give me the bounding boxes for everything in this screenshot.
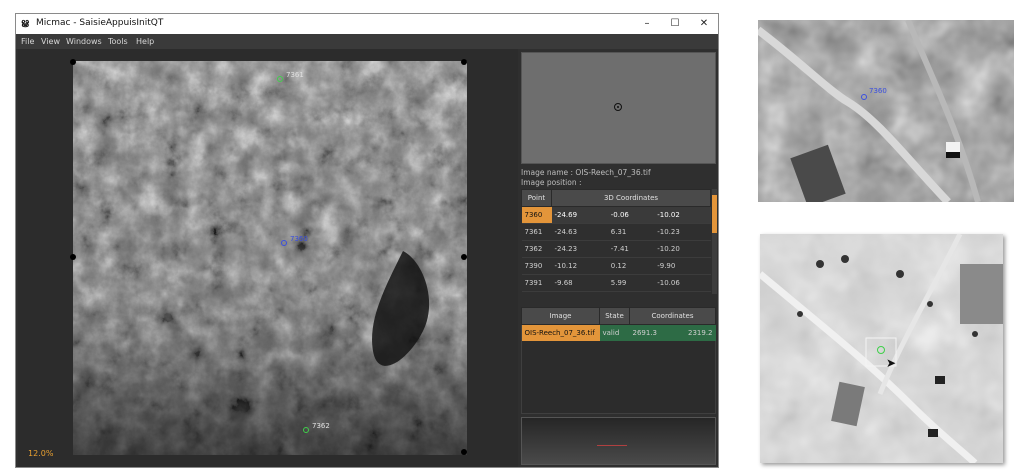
table-row[interactable]: OIS-Reech_07_36.tif valid 2691.3 2319.2 <box>521 324 716 341</box>
zoomed-image-crop-top[interactable]: 7360 <box>758 20 1014 202</box>
maximize-button[interactable]: ☐ <box>664 16 686 32</box>
points-table-scrollbar[interactable] <box>712 189 717 294</box>
title-bar: ൠ Micmac - SaisieAppuisInitQT – ☐ ✕ <box>16 14 718 34</box>
menu-help[interactable]: Help <box>136 37 154 46</box>
point-label-7360: 7360 <box>869 87 887 95</box>
green-cross-icon <box>277 76 283 82</box>
image-name-label: Image name : OIS-Reech_07_36.tif <box>521 168 651 177</box>
menu-windows[interactable]: Windows <box>66 37 102 46</box>
menu-tools[interactable]: Tools <box>108 37 128 46</box>
green-crosshair-icon <box>877 346 885 354</box>
column-header-state[interactable]: State <box>599 307 630 325</box>
terrain-zoom-graphic <box>758 20 1014 202</box>
blue-circle-icon <box>281 240 287 246</box>
column-header-coordinates[interactable]: Coordinates <box>629 307 716 325</box>
points-table: Point 3D Coordinates 7360 -24.69 -0.06 -… <box>521 189 711 292</box>
fiducial-mark <box>461 449 467 455</box>
image-viewport[interactable]: 7361 7360 7362 12.0% <box>18 49 518 467</box>
aerial-terrain-graphic <box>73 61 467 455</box>
image-position-label: Image position : <box>521 178 582 187</box>
column-header-image[interactable]: Image <box>521 307 600 325</box>
fiducial-mark <box>461 59 467 65</box>
minimize-button[interactable]: – <box>636 16 658 32</box>
fiducial-mark <box>461 254 467 260</box>
app-logo-icon: ൠ <box>21 18 29 28</box>
fiducial-mark <box>70 59 76 65</box>
images-table: Image State Coordinates OIS-Reech_07_36.… <box>521 307 716 341</box>
cursor-line <box>597 445 627 446</box>
zoom-level: 12.0% <box>28 449 54 458</box>
fiducial-mark <box>70 254 76 260</box>
menu-file[interactable]: File <box>21 37 34 46</box>
aerial-image[interactable]: 7361 7360 7362 <box>73 61 467 455</box>
scrollbar-thumb[interactable] <box>712 195 717 233</box>
right-panel: Image name : OIS-Reech_07_36.tif Image p… <box>519 49 718 467</box>
table-row[interactable]: 7360 -24.69 -0.06 -10.02 <box>521 206 711 224</box>
target-icon <box>614 103 622 111</box>
menu-bar: File View Windows Tools Help <box>16 34 718 49</box>
close-button[interactable]: ✕ <box>693 16 715 32</box>
zoom-view[interactable] <box>521 417 716 465</box>
table-row[interactable]: 7362 -24.23 -7.41 -10.20 <box>521 240 711 258</box>
green-cross-icon <box>303 427 309 433</box>
table-row[interactable]: 7361 -24.63 6.31 -10.23 <box>521 223 711 241</box>
table-row[interactable]: 7391 -9.68 5.99 -10.06 <box>521 274 711 292</box>
menu-view[interactable]: View <box>41 37 60 46</box>
window-title: Micmac - SaisieAppuisInitQT <box>36 18 164 28</box>
point-preview[interactable] <box>521 52 716 164</box>
blue-circle-icon <box>861 94 867 100</box>
column-header-point[interactable]: Point <box>521 189 552 207</box>
column-header-3d-coordinates[interactable]: 3D Coordinates <box>551 189 711 207</box>
mouse-cursor-icon: ➤ <box>886 356 897 370</box>
zoomed-image-crop-bottom[interactable]: ➤ <box>760 234 1003 463</box>
main-window: ൠ Micmac - SaisieAppuisInitQT – ☐ ✕ File… <box>15 13 719 468</box>
table-row[interactable]: 7390 -10.12 0.12 -9.90 <box>521 257 711 275</box>
